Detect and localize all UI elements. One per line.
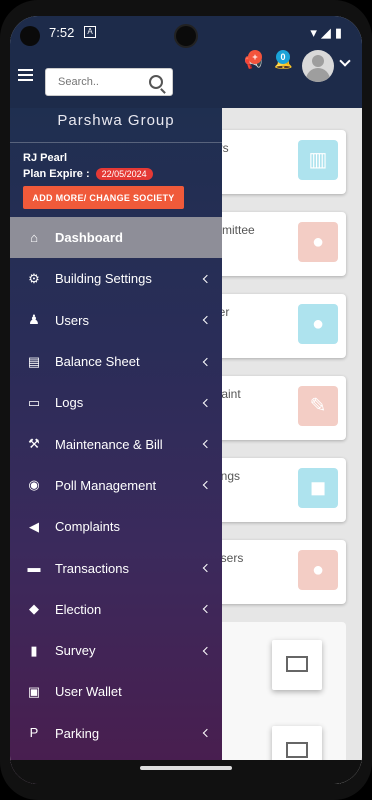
phone-frame: 7:52 A ▾ ◢ ▮ 📢 + 🔔 0 ors ▥: [0, 0, 372, 800]
plan-date-badge: 22/05/2024: [95, 168, 153, 180]
folder-icon: ▭: [27, 394, 41, 410]
sidebar-item-label: Election: [55, 601, 102, 617]
poll-icon: ◉: [28, 477, 40, 493]
sidebar-item-label: Poll Management: [55, 477, 157, 493]
chevron-left-icon: [202, 646, 212, 655]
sidebar-item-label: Maintenance & Bill: [55, 436, 163, 452]
system-icons: ▾ ◢ ▮: [310, 25, 342, 41]
sidebar-item-label: Balance Sheet: [55, 354, 140, 370]
sidebar-item-maintenance-bill[interactable]: ⚒ Maintenance & Bill: [10, 423, 222, 464]
sidebar-item-balance-sheet[interactable]: ▤ Balance Sheet: [10, 341, 222, 382]
plan-expiry: Plan Expire : 22/05/2024: [23, 168, 153, 180]
notification-badge: 0: [276, 50, 290, 64]
users-icon: ●: [298, 304, 338, 344]
chevron-left-icon: [202, 481, 212, 490]
sidebar-item-label: Dashboard: [55, 230, 123, 246]
chevron-left-icon: [202, 439, 212, 449]
sidebar-item-election[interactable]: ◆ Election: [10, 589, 222, 630]
sidebar-item-dashboard[interactable]: ⌂ Dashboard: [10, 217, 222, 259]
camera-cutout-left: [20, 26, 40, 46]
society-name: RJ Pearl: [23, 152, 68, 164]
sidebar-item-label: Complaints: [55, 519, 121, 535]
search-icon[interactable]: [149, 75, 163, 89]
cogs-icon: ⚙: [28, 270, 40, 286]
menu-icon[interactable]: [18, 69, 33, 81]
sidebar-item-building-settings[interactable]: ⚙ Building Settings: [10, 258, 222, 299]
parking-icon: P: [29, 725, 39, 741]
newspaper-icon: [286, 656, 308, 672]
excel-file-icon: ▤: [27, 353, 41, 369]
newspaper-button[interactable]: [272, 640, 322, 690]
chevron-left-icon: [202, 605, 212, 614]
chevron-left-icon: [202, 274, 212, 284]
clock: 7:52: [49, 25, 75, 40]
bullhorn-icon: ◀: [29, 518, 39, 534]
wallet-icon: ▣: [27, 683, 41, 699]
screen: 7:52 A ▾ ◢ ▮ 📢 + 🔔 0 ors ▥: [10, 16, 362, 784]
chevron-left-icon: [202, 563, 212, 573]
organization-name: Parshwa Group: [10, 108, 222, 143]
chevron-left-icon: [202, 315, 212, 325]
sidebar-item-transactions[interactable]: ▬ Transactions: [10, 547, 222, 588]
change-society-button[interactable]: ADD MORE/ CHANGE SOCIETY: [23, 186, 184, 209]
sidebar-item-user-wallet[interactable]: ▣ User Wallet: [10, 671, 222, 712]
sidebar-item-label: Users: [55, 312, 89, 328]
signal-icon: ◢: [320, 25, 331, 40]
bar-chart-icon: ▮: [30, 642, 38, 658]
sidebar-item-label: Logs: [55, 395, 84, 411]
car-icon: ◼: [298, 468, 338, 508]
drawer-menu: ⌂ Dashboard ⚙ Building Settings ♟ Users ▤ Balan…: [10, 217, 222, 754]
battery-icon: ▮: [334, 25, 342, 40]
sidebar-item-users[interactable]: ♟ Users: [10, 300, 222, 341]
sidebar-item-label: User Wallet: [55, 684, 122, 700]
navigation-drawer: Parshwa Group RJ Pearl Plan Expire : 22/…: [10, 108, 222, 784]
notification-a-icon: A: [84, 26, 96, 38]
sidebar-item-logs[interactable]: ▭ Logs: [10, 382, 222, 423]
sidebar-item-parking[interactable]: P Parking: [10, 713, 222, 754]
sidebar-item-label: Building Settings: [55, 271, 152, 287]
sidebar-item-poll-management[interactable]: ◉ Poll Management: [10, 465, 222, 506]
announcement-badge: +: [248, 50, 262, 64]
users-group-icon: ●: [298, 222, 338, 262]
wifi-icon: ▾: [310, 25, 317, 40]
status-bar: 7:52 A ▾ ◢ ▮: [10, 16, 362, 48]
sidebar-item-label: Survey: [55, 643, 96, 659]
chevron-left-icon: [202, 357, 212, 366]
front-camera: [176, 26, 196, 46]
user-icon: ♟: [28, 312, 40, 328]
system-nav-bar: [10, 760, 362, 784]
home-icon: ⌂: [30, 229, 38, 245]
gavel-icon: ⚒: [28, 436, 40, 452]
search-input[interactable]: [56, 75, 150, 89]
sidebar-item-complaints[interactable]: ◀ Complaints: [10, 506, 222, 547]
avatar[interactable]: [302, 50, 334, 82]
sidebar-item-label: Parking: [55, 725, 100, 741]
sidebar-item-label: Transactions: [55, 560, 129, 576]
apple-icon: ●: [298, 550, 338, 590]
credit-card-icon: ▬: [27, 560, 41, 576]
plan-label: Plan Expire :: [23, 168, 90, 180]
chevron-left-icon: [202, 728, 212, 738]
chevron-left-icon: [202, 398, 212, 408]
wrench-icon: ✎: [298, 386, 338, 426]
search-box[interactable]: [45, 68, 173, 96]
sidebar-item-survey[interactable]: ▮ Survey: [10, 630, 222, 671]
server-icon: [286, 742, 308, 758]
home-gesture-bar[interactable]: [140, 766, 232, 770]
tags-icon: ◆: [29, 601, 39, 617]
building-icon: ▥: [298, 140, 338, 180]
